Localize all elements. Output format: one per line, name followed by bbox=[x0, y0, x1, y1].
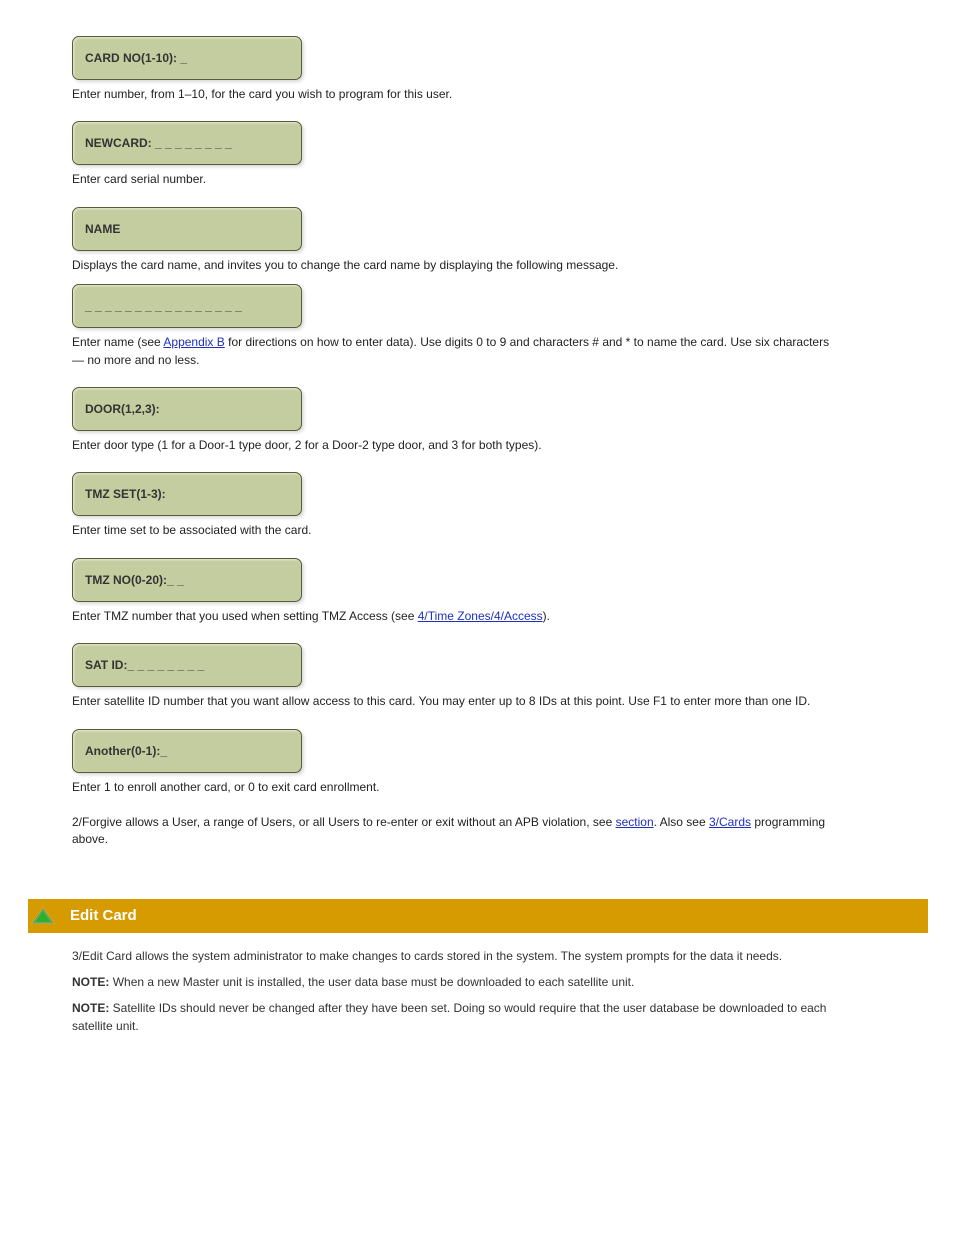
desc-forgive-pre1: 2/Forgive bbox=[72, 815, 125, 829]
desc-card-no: Enter number, from 1–10, for the card yo… bbox=[72, 86, 832, 103]
desc-tmz-no-post: ). bbox=[543, 609, 550, 623]
note-label-2: NOTE: bbox=[72, 1001, 113, 1015]
section-header-edit-card: Edit Card bbox=[28, 899, 928, 933]
lcd-sat-id: SAT ID:_ _ _ _ _ _ _ _ bbox=[72, 643, 302, 687]
note-1: NOTE: When a new Master unit is installe… bbox=[72, 973, 852, 991]
note-2: NOTE: Satellite IDs should never be chan… bbox=[72, 999, 852, 1035]
desc-newcard: Enter card serial number. bbox=[72, 171, 832, 188]
desc-another: Enter 1 to enroll another card, or 0 to … bbox=[72, 779, 832, 796]
link-forgive-section[interactable]: section bbox=[616, 815, 654, 829]
desc-name-blank: Enter name (see Appendix B for direction… bbox=[72, 334, 832, 369]
lcd-another: Another(0-1):_ bbox=[72, 729, 302, 773]
link-tmz-access[interactable]: 4/Time Zones/4/Access bbox=[418, 609, 543, 623]
desc-forgive-1: allows a User, a range of Users, or all … bbox=[125, 815, 615, 829]
link-3cards[interactable]: 3/Cards bbox=[709, 815, 751, 829]
desc-tmz-no: Enter TMZ number that you used when sett… bbox=[72, 608, 832, 625]
section-header-desc: 3/Edit Card allows the system administra… bbox=[72, 947, 852, 965]
lcd-door: DOOR(1,2,3): bbox=[72, 387, 302, 431]
desc-name-blank-pre: Enter name (see bbox=[72, 335, 163, 349]
lcd-name: NAME bbox=[72, 207, 302, 251]
desc-tmz-no-pre: Enter TMZ number that you used when sett… bbox=[72, 609, 418, 623]
collapse-icon[interactable] bbox=[31, 906, 55, 926]
desc-tmz-set: Enter time set to be associated with the… bbox=[72, 522, 832, 539]
lcd-tmz-set: TMZ SET(1-3): bbox=[72, 472, 302, 516]
desc-sat-id: Enter satellite ID number that you want … bbox=[72, 693, 832, 710]
lcd-tmz-no: TMZ NO(0-20):_ _ bbox=[72, 558, 302, 602]
note-2-text: Satellite IDs should never be changed af… bbox=[72, 1001, 826, 1033]
lcd-card-no: CARD NO(1-10): _ bbox=[72, 36, 302, 80]
note-label-1: NOTE: bbox=[72, 975, 109, 989]
link-appendix-b[interactable]: Appendix B bbox=[163, 335, 224, 349]
desc-forgive-2: . Also see bbox=[654, 815, 709, 829]
desc-door: Enter door type (1 for a Door-1 type doo… bbox=[72, 437, 832, 454]
lcd-name-blank: _ _ _ _ _ _ _ _ _ _ _ _ _ _ _ _ bbox=[72, 284, 302, 328]
lcd-newcard: NEWCARD: _ _ _ _ _ _ _ _ bbox=[72, 121, 302, 165]
section-header-title: Edit Card bbox=[70, 907, 137, 924]
note-1-text: When a new Master unit is installed, the… bbox=[113, 975, 635, 989]
desc-forgive: 2/Forgive allows a User, a range of User… bbox=[72, 814, 832, 849]
desc-name-label: Displays the card name, and invites you … bbox=[72, 257, 832, 274]
